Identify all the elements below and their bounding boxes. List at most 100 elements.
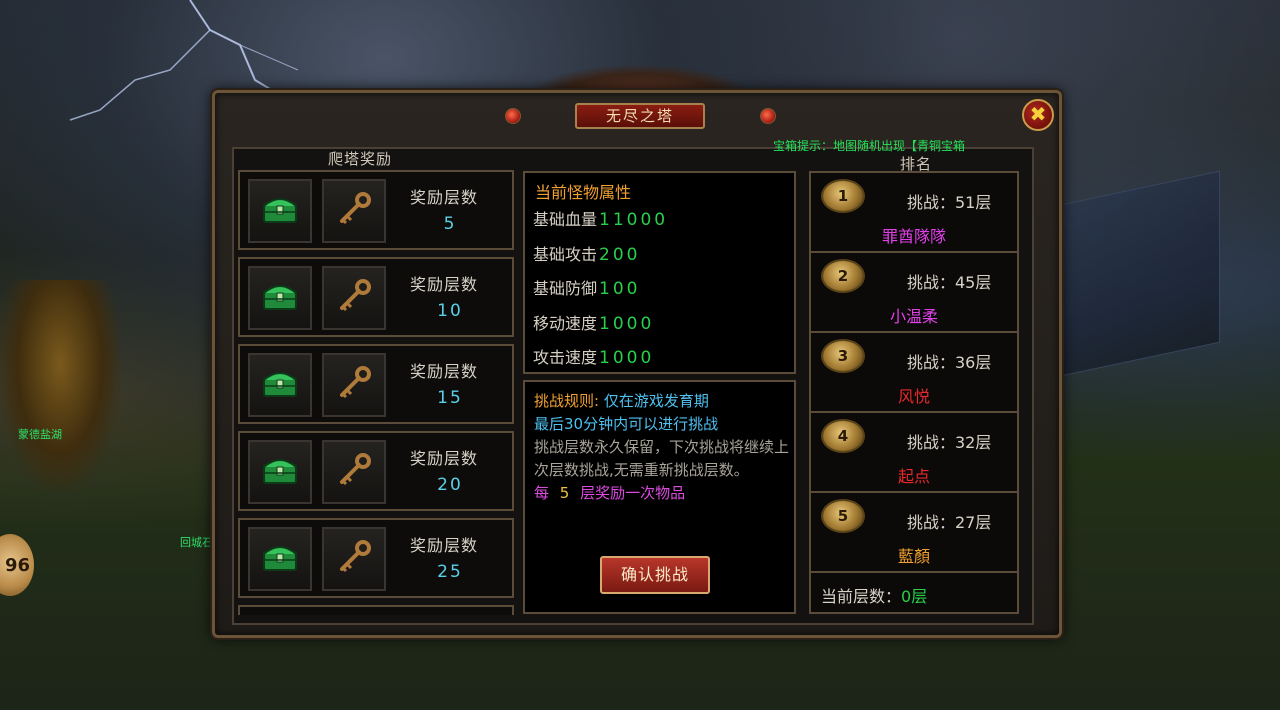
background-building xyxy=(1038,170,1220,382)
stat-value: 1000 xyxy=(599,314,655,334)
rank-row[interactable]: 2 挑战：45层小温柔 xyxy=(811,253,1017,333)
rank-row[interactable]: 4 挑战：32层起点 xyxy=(811,413,1017,493)
key-item-slot[interactable] xyxy=(322,440,386,504)
reward-floor-label: 奖励层数 xyxy=(410,275,479,294)
reward-floor-value: 15 xyxy=(437,388,463,408)
green-chest-icon xyxy=(260,192,300,230)
reward-floor-label: 奖励层数 xyxy=(410,536,479,555)
chest-item-slot[interactable] xyxy=(248,266,312,330)
rules-label: 挑战规则: xyxy=(534,392,600,410)
current-floor-label: 当前层数： xyxy=(821,587,902,606)
stat-row-attack: 基础攻击 200 xyxy=(533,241,640,265)
stat-row-defense: 基础防御 100 xyxy=(533,275,640,299)
stat-row-move-speed: 移动速度 1000 xyxy=(533,310,654,334)
rank-row[interactable]: 5 挑战：27层藍顏 xyxy=(811,493,1017,573)
stat-label: 基础攻击 xyxy=(533,245,598,264)
bronze-key-icon xyxy=(334,363,374,407)
gem-icon xyxy=(505,108,521,124)
reward-suffix: 层奖励一次物品 xyxy=(580,484,686,502)
green-chest-icon xyxy=(260,453,300,491)
stat-label: 攻击速度 xyxy=(533,348,598,367)
rewards-list[interactable]: 奖励层数 5 奖励层数 10 奖励层数 15 奖励层数 20 奖励层数 25 xyxy=(238,170,516,615)
rank-challenge: 挑战：36层 xyxy=(907,353,992,372)
rank-row[interactable]: 1 挑战：51层罪酋隊隊 xyxy=(811,173,1017,253)
rank-medal-icon: 4 xyxy=(823,421,863,451)
stat-label: 基础防御 xyxy=(533,279,598,298)
reward-floor-label: 奖励层数 xyxy=(410,362,479,381)
stat-row-attack-speed: 攻击速度 1000 xyxy=(533,344,654,368)
rules-line2: 最后30分钟内可以进行挑战 xyxy=(534,415,719,433)
rank-row[interactable]: 3 挑战：36层风悦 xyxy=(811,333,1017,413)
reward-row[interactable]: 奖励层数 20 xyxy=(238,431,514,511)
chest-item-slot[interactable] xyxy=(248,440,312,504)
rank-challenge: 挑战：45层 xyxy=(907,273,992,292)
reward-floor-value: 25 xyxy=(437,562,463,582)
rank-medal-icon: 2 xyxy=(823,261,863,291)
rank-player-name[interactable]: 起点 xyxy=(811,463,1017,487)
confirm-challenge-button[interactable]: 确认挑战 xyxy=(600,556,710,594)
rank-player-name[interactable]: 藍顏 xyxy=(811,543,1017,567)
reward-row[interactable]: 奖励层数 25 xyxy=(238,518,514,598)
panel-title: 无尽之塔 xyxy=(575,103,705,129)
stat-value: 11000 xyxy=(599,210,669,230)
rules-line1: 仅在游戏发育期 xyxy=(603,392,709,410)
rank-player-name[interactable]: 小温柔 xyxy=(811,303,1017,327)
rewards-heading: 爬塔奖励 xyxy=(328,150,393,168)
challenge-rules-box: 挑战规则: 仅在游戏发育期 最后30分钟内可以进行挑战 挑战层数永久保留，下次挑… xyxy=(523,380,796,614)
rank-challenge: 挑战：51层 xyxy=(907,193,992,212)
green-chest-icon xyxy=(260,279,300,317)
close-button[interactable]: ✖ xyxy=(1022,99,1054,131)
stat-value: 200 xyxy=(599,245,641,265)
bronze-key-icon xyxy=(334,450,374,494)
npc-label[interactable]: 回城石 xyxy=(180,534,213,550)
current-floor: 当前层数：0层 xyxy=(821,583,927,607)
rank-challenge: 挑战：27层 xyxy=(907,513,992,532)
reward-row[interactable]: 奖励层数 10 xyxy=(238,257,514,337)
stat-value: 100 xyxy=(599,279,641,299)
monster-stats-box: 当前怪物属性 基础血量 11000 基础攻击 200 基础防御 100 移动速度 100… xyxy=(523,171,796,374)
reward-floor-label: 奖励层数 xyxy=(410,188,479,207)
bronze-key-icon xyxy=(334,276,374,320)
rank-challenge: 挑战：32层 xyxy=(907,433,992,452)
stat-label: 基础血量 xyxy=(533,210,598,229)
reward-floor-value: 20 xyxy=(437,475,463,495)
reward-floor-value: 5 xyxy=(443,214,457,234)
key-item-slot[interactable] xyxy=(322,527,386,591)
reward-row-partial[interactable] xyxy=(238,605,514,615)
rank-medal-icon: 1 xyxy=(823,181,863,211)
rank-player-name[interactable]: 罪酋隊隊 xyxy=(811,223,1017,247)
monster-stats-heading: 当前怪物属性 xyxy=(535,183,632,202)
rules-text: 挑战规则: 仅在游戏发育期 最后30分钟内可以进行挑战 挑战层数永久保留，下次挑… xyxy=(534,390,789,505)
background-statue xyxy=(0,280,120,490)
reward-floor-value: 10 xyxy=(437,301,463,321)
chest-item-slot[interactable] xyxy=(248,353,312,417)
reward-floor-label: 奖励层数 xyxy=(410,449,479,468)
chest-tip-marquee: 宝箱提示：地图随机出现【青铜宝箱 xyxy=(773,139,966,153)
reward-row[interactable]: 奖励层数 5 xyxy=(238,170,514,250)
chest-item-slot[interactable] xyxy=(248,179,312,243)
reward-prefix: 每 xyxy=(534,484,550,502)
gem-icon xyxy=(760,108,776,124)
stat-label: 移动速度 xyxy=(533,314,598,333)
stat-value: 1000 xyxy=(599,348,655,368)
ranking-panel: 5 挑战：27层藍顏 4 挑战：32层起点 3 挑战：36层风悦 2 挑战：45层小温柔 1 挑战… xyxy=(809,171,1019,614)
chest-item-slot[interactable] xyxy=(248,527,312,591)
rank-player-name[interactable]: 风悦 xyxy=(811,383,1017,407)
key-item-slot[interactable] xyxy=(322,353,386,417)
player-level-avatar[interactable]: 96 xyxy=(0,534,34,596)
rank-medal-icon: 3 xyxy=(823,341,863,371)
bronze-key-icon xyxy=(334,537,374,581)
npc-label[interactable]: 蒙德盐湖 xyxy=(18,426,62,442)
green-chest-icon xyxy=(260,366,300,404)
green-chest-icon xyxy=(260,540,300,578)
rank-medal-icon: 5 xyxy=(823,501,863,531)
bronze-key-icon xyxy=(334,189,374,233)
current-floor-value: 0层 xyxy=(901,587,928,606)
close-x-icon: ✖ xyxy=(1029,102,1047,126)
reward-row[interactable]: 奖励层数 15 xyxy=(238,344,514,424)
key-item-slot[interactable] xyxy=(322,266,386,330)
key-item-slot[interactable] xyxy=(322,179,386,243)
stat-row-hp: 基础血量 11000 xyxy=(533,206,668,230)
reward-interval: 5 xyxy=(559,484,570,502)
rules-line3: 挑战层数永久保留，下次挑战将继续上次层数挑战,无需重新挑战层数。 xyxy=(534,438,790,479)
